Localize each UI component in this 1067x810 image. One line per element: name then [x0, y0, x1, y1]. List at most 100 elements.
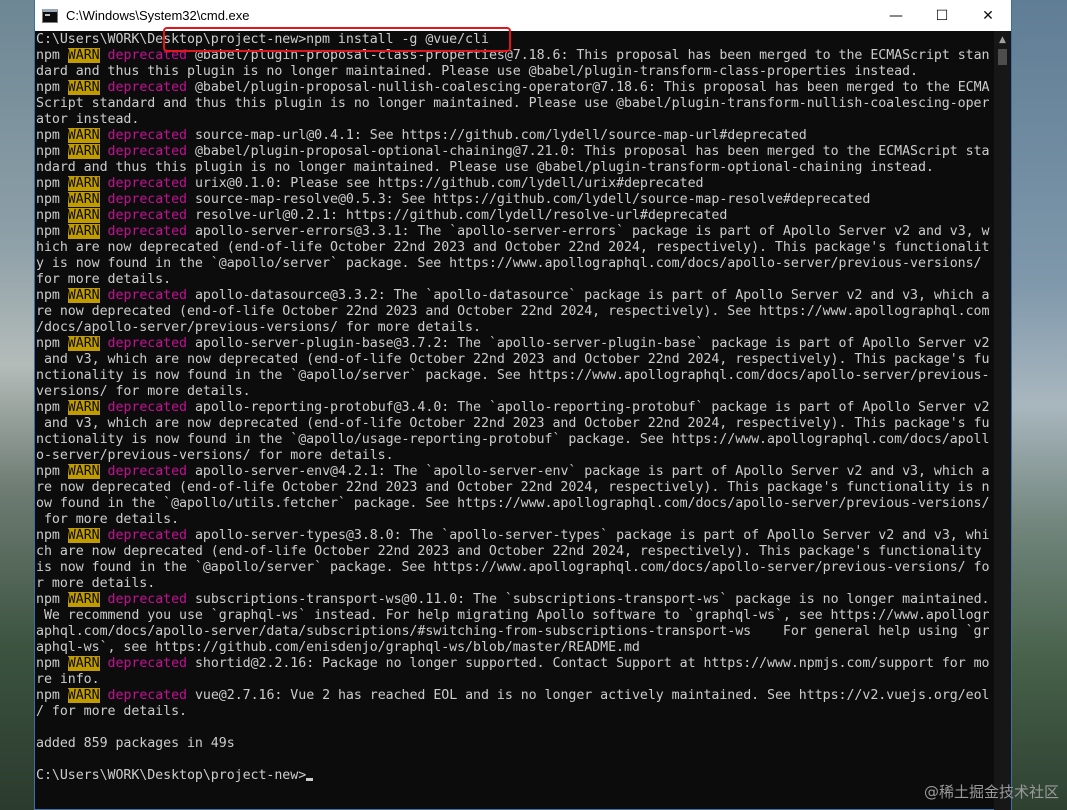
terminal-line: r more details.: [36, 576, 996, 592]
terminal-line: ch are now deprecated (end-of-life Octob…: [36, 544, 996, 560]
terminal-line: npm WARN deprecated subscriptions-transp…: [36, 592, 996, 608]
terminal-line: C:\Users\WORK\Desktop\project-new>: [36, 768, 996, 784]
vertical-scrollbar[interactable]: ▲: [994, 31, 1011, 810]
terminal-line: nctionality is now found in the `@apollo…: [36, 368, 996, 384]
terminal-text: npm: [36, 400, 68, 415]
warn-badge: WARN: [67, 192, 100, 207]
terminal-line: npm WARN deprecated source-map-url@0.4.1…: [36, 128, 996, 144]
terminal-text: npm: [36, 176, 68, 191]
terminal-line: nctionality is now found in the `@apollo…: [36, 432, 996, 448]
terminal-line: npm WARN deprecated apollo-server-types@…: [36, 528, 996, 544]
scroll-thumb[interactable]: [998, 49, 1007, 65]
watermark: @稀土掘金技术社区: [923, 783, 1059, 801]
terminal-text: dard and thus this plugin is no longer m…: [36, 64, 918, 79]
deprecated-label: deprecated: [107, 208, 188, 223]
terminal-text: is now found in the `@apollo/server` pac…: [36, 560, 990, 575]
terminal-text: for more details.: [36, 512, 180, 527]
terminal-line: / for more details.: [36, 704, 996, 720]
terminal-text: ndard and thus this plugin is no longer …: [36, 160, 934, 175]
deprecated-label: deprecated: [107, 592, 188, 607]
warn-badge: WARN: [67, 688, 100, 703]
terminal-line: npm WARN deprecated apollo-reporting-pro…: [36, 400, 996, 416]
terminal-text: npm: [36, 144, 68, 159]
deprecated-label: deprecated: [107, 176, 188, 191]
deprecated-label: deprecated: [107, 528, 188, 543]
maximize-button[interactable]: ☐: [919, 0, 965, 31]
terminal-text: apollo-reporting-protobuf@3.4.0: The `ap…: [187, 400, 990, 415]
terminal-text: apollo-server-types@3.8.0: The `apollo-s…: [187, 528, 990, 543]
terminal-text: /docs/apollo-server/previous-versions/ f…: [36, 320, 481, 335]
terminal-line: npm WARN deprecated @babel/plugin-propos…: [36, 80, 996, 96]
terminal-text: @babel/plugin-proposal-nullish-coalescin…: [187, 80, 990, 95]
warn-badge: WARN: [67, 336, 100, 351]
terminal-text: vue@2.7.16: Vue 2 has reached EOL and is…: [187, 688, 990, 703]
terminal-line: We recommend you use `graphql-ws` instea…: [36, 608, 996, 624]
terminal-line: npm WARN deprecated source-map-resolve@0…: [36, 192, 996, 208]
cmd-app-icon[interactable]: [42, 8, 58, 23]
terminal-output[interactable]: C:\Users\WORK\Desktop\project-new>npm in…: [35, 31, 996, 810]
terminal-line: npm WARN deprecated shortid@2.2.16: Pack…: [36, 656, 996, 672]
terminal-line: aphql-ws`, see https://github.com/enisde…: [36, 640, 996, 656]
terminal-line: npm WARN deprecated apollo-server-errors…: [36, 224, 996, 240]
terminal-text: npm: [36, 80, 68, 95]
terminal-line: for more details.: [36, 272, 996, 288]
terminal-line: npm WARN deprecated vue@2.7.16: Vue 2 ha…: [36, 688, 996, 704]
terminal-text: apollo-datasource@3.3.2: The `apollo-dat…: [187, 288, 990, 303]
terminal-text: ow found in the `@apollo/utils.fetcher` …: [36, 496, 990, 511]
terminal-line: ndard and thus this plugin is no longer …: [36, 160, 996, 176]
terminal-text: r more details.: [36, 576, 156, 591]
terminal-text: We recommend you use `graphql-ws` instea…: [36, 608, 990, 623]
terminal-text: versions/ for more details.: [36, 384, 251, 399]
terminal-text: re now deprecated (end-of-life October 2…: [36, 480, 990, 495]
terminal-text: subscriptions-transport-ws@0.11.0: The `…: [187, 592, 990, 607]
terminal-text: npm: [36, 464, 68, 479]
deprecated-label: deprecated: [107, 224, 188, 239]
terminal-line: y is now found in the `@apollo/server` p…: [36, 256, 996, 272]
terminal-line: hich are now deprecated (end-of-life Oct…: [36, 240, 996, 256]
warn-badge: WARN: [67, 528, 100, 543]
terminal-line: Script standard and thus this plugin is …: [36, 96, 996, 112]
terminal-text: re info.: [36, 672, 100, 687]
terminal-text: for more details.: [36, 272, 172, 287]
warn-badge: WARN: [67, 144, 100, 159]
terminal-text: ch are now deprecated (end-of-life Octob…: [36, 544, 982, 559]
deprecated-label: deprecated: [107, 656, 188, 671]
terminal-line: npm WARN deprecated resolve-url@0.2.1: h…: [36, 208, 996, 224]
terminal-text: npm: [36, 656, 68, 671]
terminal-line: versions/ for more details.: [36, 384, 996, 400]
terminal-line: ator instead.: [36, 112, 996, 128]
terminal-line: added 859 packages in 49s: [36, 736, 996, 752]
terminal-text: aphql.com/docs/apollo-server/data/subscr…: [36, 624, 990, 639]
warn-badge: WARN: [67, 656, 100, 671]
terminal-text: npm: [36, 528, 68, 543]
text-cursor: [306, 778, 314, 781]
desktop-wallpaper-right: [1010, 0, 1067, 810]
deprecated-label: deprecated: [107, 336, 188, 351]
terminal-line: re info.: [36, 672, 996, 688]
minimize-button[interactable]: —: [873, 0, 919, 31]
terminal-text: o-server/previous-versions/ for more det…: [36, 448, 394, 463]
terminal-line: npm WARN deprecated urix@0.1.0: Please s…: [36, 176, 996, 192]
close-button[interactable]: ✕: [965, 0, 1011, 31]
scroll-up-arrow-icon[interactable]: ▲: [994, 31, 1011, 48]
terminal-text: and v3, which are now deprecated (end-of…: [36, 416, 990, 431]
terminal-line: o-server/previous-versions/ for more det…: [36, 448, 996, 464]
terminal-line: and v3, which are now deprecated (end-of…: [36, 416, 996, 432]
terminal-text: nctionality is now found in the `@apollo…: [36, 432, 990, 447]
warn-badge: WARN: [67, 128, 100, 143]
terminal-text: shortid@2.2.16: Package no longer suppor…: [187, 656, 990, 671]
terminal-text: urix@0.1.0: Please see https://github.co…: [187, 176, 704, 191]
terminal-text: npm: [36, 592, 68, 607]
